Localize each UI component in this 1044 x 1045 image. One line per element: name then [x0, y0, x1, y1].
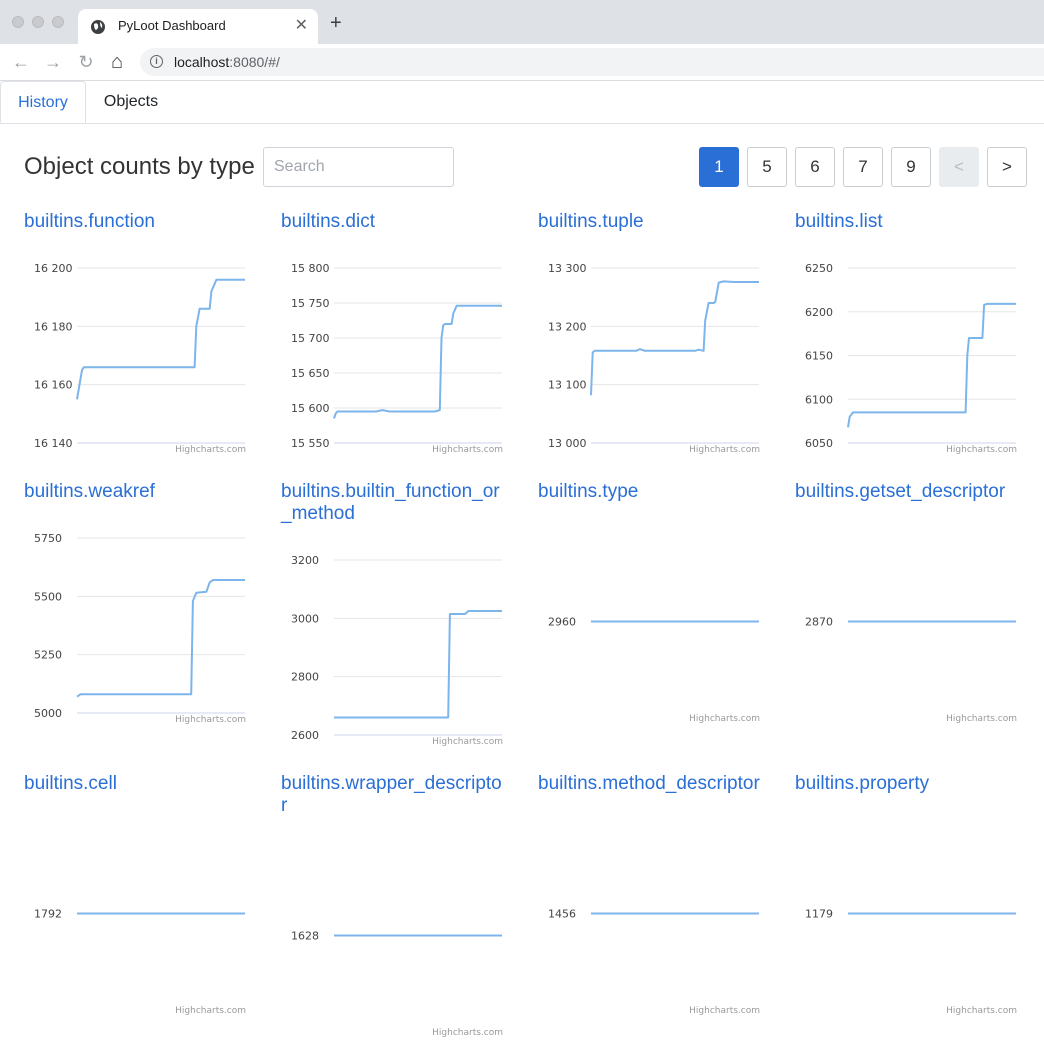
y-tick-label: 15 700	[291, 332, 330, 345]
y-tick-label: 15 750	[291, 297, 330, 310]
y-tick-label: 1179	[805, 908, 833, 921]
y-tick-label: 6200	[805, 306, 833, 319]
browser-toolbar: ← → ↻ ⌂ i localhost:8080/#/	[0, 44, 1044, 81]
y-tick-label: 2600	[291, 729, 319, 742]
browser-tab[interactable]: PyLoot Dashboard ✕	[78, 9, 318, 45]
y-tick-label: 15 800	[291, 262, 330, 275]
y-tick-label: 15 550	[291, 437, 330, 450]
y-tick-label: 16 140	[34, 437, 73, 450]
series-line	[76, 278, 245, 400]
new-tab-icon[interactable]: +	[330, 13, 342, 33]
line-chart: 1792 Highcharts.com	[34, 908, 246, 1017]
chart-credit: Highcharts.com	[689, 714, 760, 724]
line-chart: 2870 Highcharts.com	[805, 616, 1017, 725]
y-tick-label: 16 160	[34, 379, 73, 392]
page-title: Object counts by type	[24, 153, 255, 180]
page-button-7[interactable]: 7	[843, 147, 883, 187]
y-tick-label: 13 200	[548, 320, 587, 333]
page-button-5[interactable]: 5	[747, 147, 787, 187]
y-tick-label: 16 180	[34, 320, 73, 333]
chart-credit: Highcharts.com	[175, 445, 246, 455]
y-tick-label: 15 600	[291, 402, 330, 415]
globe-icon	[91, 20, 105, 34]
tab-history[interactable]: History	[0, 81, 86, 123]
search-input[interactable]	[263, 147, 454, 187]
y-tick-label: 5250	[34, 649, 62, 662]
prev-page-button[interactable]: <	[939, 147, 979, 187]
y-tick-label: 5500	[34, 590, 62, 603]
app-nav-tabs: History Objects	[0, 81, 1044, 124]
tab-objects[interactable]: Objects	[86, 81, 176, 123]
chart-credit: Highcharts.com	[432, 1028, 503, 1038]
chart-credit: Highcharts.com	[946, 1006, 1017, 1016]
page-button-9[interactable]: 9	[891, 147, 931, 187]
series-line	[334, 610, 502, 719]
line-chart: 1179 Highcharts.com	[805, 908, 1017, 1017]
url-path: :8080/#/	[229, 54, 280, 70]
y-tick-label: 1792	[34, 908, 62, 921]
chart-credit: Highcharts.com	[946, 445, 1017, 455]
y-tick-label: 13 000	[548, 437, 587, 450]
line-chart: 15 550 15 600 15 650 15 700 15 750 15 800 High…	[291, 262, 503, 455]
y-tick-label: 3000	[291, 612, 319, 625]
page-button-1[interactable]: 1	[699, 147, 739, 187]
address-bar[interactable]: i localhost:8080/#/	[140, 48, 1044, 76]
url-host: localhost	[174, 54, 230, 70]
y-tick-label: 5000	[34, 707, 62, 720]
window-close-control[interactable]	[12, 16, 24, 28]
y-tick-label: 1628	[291, 930, 319, 943]
y-tick-label: 6150	[805, 350, 833, 363]
line-chart: 6050 6100 6150 6200 6250 Highcharts.com	[805, 262, 1017, 455]
browser-tab-title: PyLoot Dashboard	[118, 18, 226, 33]
y-tick-label: 6250	[805, 262, 833, 275]
y-tick-label: 2960	[548, 616, 576, 629]
browser-titlebar: PyLoot Dashboard ✕ +	[0, 0, 1044, 45]
y-tick-label: 6050	[805, 437, 833, 450]
y-tick-label: 1456	[548, 908, 576, 921]
line-chart: 2600 2800 3000 3200 Highcharts.com	[291, 554, 503, 747]
series-line	[590, 280, 759, 396]
line-chart: 16 140 16 160 16 180 16 200 Highcharts.com	[34, 262, 246, 455]
line-chart: 13 000 13 100 13 200 13 300 Highcharts.com	[548, 262, 760, 455]
home-icon[interactable]: ⌂	[106, 51, 128, 73]
chart-credit: Highcharts.com	[689, 1006, 760, 1016]
window-zoom-control[interactable]	[52, 16, 64, 28]
y-tick-label: 13 100	[548, 379, 587, 392]
y-tick-label: 5750	[34, 532, 62, 545]
reload-icon[interactable]: ↻	[75, 51, 97, 73]
y-tick-label: 2800	[291, 671, 319, 684]
line-chart: 2960 Highcharts.com	[548, 616, 760, 725]
line-chart: 1628 Highcharts.com	[291, 930, 503, 1039]
chart-credit: Highcharts.com	[689, 445, 760, 455]
chart-credit: Highcharts.com	[432, 737, 503, 747]
series-line	[333, 304, 502, 419]
site-info-icon[interactable]: i	[150, 55, 163, 68]
line-chart: 1456 Highcharts.com	[548, 908, 760, 1017]
y-tick-label: 16 200	[34, 262, 73, 275]
close-tab-icon[interactable]: ✕	[295, 15, 308, 35]
chart-credit: Highcharts.com	[946, 714, 1017, 724]
series-line	[847, 302, 1016, 428]
y-tick-label: 3200	[291, 554, 319, 567]
back-arrow-icon[interactable]: ←	[10, 51, 32, 73]
page-button-6[interactable]: 6	[795, 147, 835, 187]
chart-credit: Highcharts.com	[175, 1006, 246, 1016]
y-tick-label: 2870	[805, 616, 833, 629]
chart-credit: Highcharts.com	[175, 715, 246, 725]
chart-credit: Highcharts.com	[432, 445, 503, 455]
y-tick-label: 6100	[805, 393, 833, 406]
next-page-button[interactable]: >	[987, 147, 1027, 187]
forward-arrow-icon[interactable]: →	[42, 51, 64, 73]
address-url: localhost:8080/#/	[174, 54, 280, 70]
window-minimize-control[interactable]	[32, 16, 44, 28]
line-chart: 5000 5250 5500 5750 Highcharts.com	[34, 532, 246, 725]
y-tick-label: 15 650	[291, 367, 330, 380]
series-line	[76, 579, 245, 698]
y-tick-label: 13 300	[548, 262, 587, 275]
